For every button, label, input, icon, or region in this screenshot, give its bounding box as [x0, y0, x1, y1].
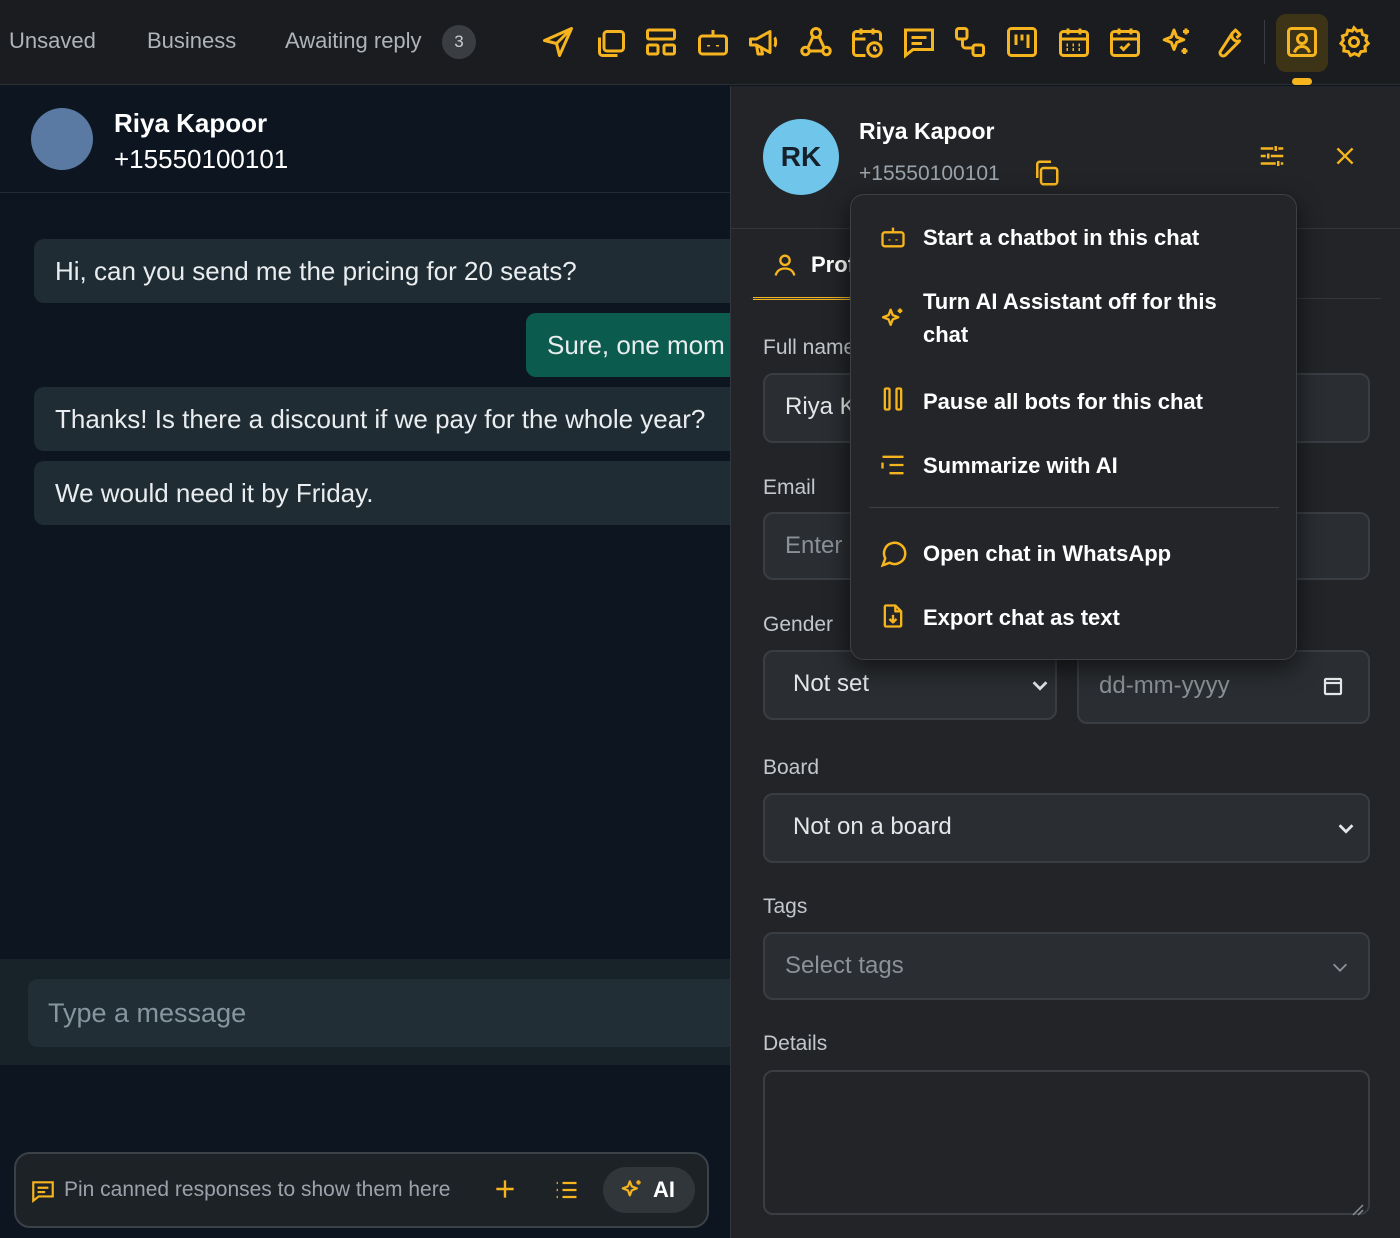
- workflow-icon[interactable]: [952, 22, 988, 62]
- message-input[interactable]: Type a message: [28, 979, 730, 1047]
- menu-item-label: Pause all bots for this chat: [923, 389, 1203, 414]
- canned-responses-bar: Pin canned responses to show them here A…: [14, 1152, 709, 1228]
- sparkles-icon: [879, 305, 907, 333]
- chat-contact-name[interactable]: Riya Kapoor: [114, 108, 267, 139]
- menu-item-summarize-ai[interactable]: Summarize with AI: [851, 447, 1296, 487]
- message-circle-icon: [879, 539, 909, 569]
- message-incoming: Hi, can you send me the pricing for 20 s…: [34, 239, 730, 303]
- copy-icon[interactable]: [592, 22, 628, 62]
- tab-profile[interactable]: Prof: [753, 236, 865, 300]
- kanban-icon[interactable]: [1004, 22, 1040, 62]
- calendar-grid-icon[interactable]: [1056, 22, 1092, 62]
- calendar-check-icon[interactable]: [1107, 22, 1143, 62]
- menu-item-export-chat[interactable]: Export chat as text: [851, 599, 1296, 639]
- email-label: Email: [763, 476, 816, 499]
- calendar-clock-icon[interactable]: [849, 22, 885, 62]
- chevron-down-icon: [1029, 674, 1051, 696]
- contact-name: Riya Kapoor: [859, 118, 995, 144]
- close-icon[interactable]: [1332, 143, 1358, 169]
- full-name-label: Full name: [763, 336, 856, 359]
- message-incoming: We would need it by Friday.: [34, 461, 730, 525]
- megaphone-icon[interactable]: [746, 22, 782, 62]
- menu-item-pause-bots[interactable]: Pause all bots for this chat: [851, 383, 1296, 423]
- board-select[interactable]: Not on a board: [763, 793, 1370, 863]
- board-value: Not on a board: [793, 813, 952, 840]
- chat-header: Riya Kapoor +15550100101: [0, 86, 730, 193]
- menu-item-label: Export chat as text: [923, 605, 1120, 630]
- calendar-icon[interactable]: [1321, 674, 1345, 698]
- message-incoming: Thanks! Is there a discount if we pay fo…: [34, 387, 730, 451]
- awaiting-reply-count-badge: 3: [442, 25, 476, 59]
- ai-button-label: AI: [653, 1177, 675, 1202]
- list-indent-icon: [879, 451, 907, 479]
- menu-item-label: Turn AI Assistant off for this chat: [923, 289, 1217, 347]
- chat-pane: Riya Kapoor +15550100101 Hi, can you sen…: [0, 86, 730, 1238]
- message-square-icon: [30, 1178, 56, 1204]
- filter-business[interactable]: Business: [147, 28, 236, 54]
- menu-item-toggle-ai-assistant[interactable]: Turn AI Assistant off for this chat: [851, 285, 1296, 355]
- chevron-down-icon: [1335, 817, 1357, 839]
- birthday-date-field[interactable]: dd-mm-yyyy: [1077, 650, 1370, 724]
- birthday-placeholder: dd-mm-yyyy: [1099, 672, 1230, 699]
- board-label: Board: [763, 756, 820, 779]
- gear-icon[interactable]: [1336, 22, 1372, 62]
- filter-awaiting-reply[interactable]: Awaiting reply: [285, 28, 422, 54]
- ai-button[interactable]: AI: [603, 1167, 695, 1213]
- menu-item-label: Summarize with AI: [923, 453, 1118, 478]
- bot-icon[interactable]: [695, 22, 731, 62]
- top-bar: Unsaved Business Awaiting reply 3: [0, 0, 1400, 85]
- add-canned-response-icon[interactable]: [492, 1176, 518, 1202]
- message-square-icon[interactable]: [901, 22, 937, 62]
- resize-handle-icon[interactable]: [1350, 1195, 1364, 1216]
- gender-label: Gender: [763, 613, 834, 636]
- copy-icon[interactable]: [1031, 158, 1061, 188]
- filter-unsaved[interactable]: Unsaved: [9, 28, 96, 54]
- file-download-icon: [879, 601, 907, 631]
- chat-contact-phone: +15550100101: [114, 144, 289, 174]
- tags-select[interactable]: Select tags: [763, 932, 1370, 1000]
- menu-item-start-chatbot[interactable]: Start a chatbot in this chat: [851, 219, 1296, 259]
- bot-icon: [879, 223, 907, 251]
- send-icon[interactable]: [540, 22, 576, 62]
- user-icon: [771, 251, 799, 279]
- chevron-down-icon: [1329, 956, 1351, 978]
- webhook-icon[interactable]: [798, 22, 834, 62]
- contact-phone: +15550100101: [859, 162, 1000, 185]
- layout-icon[interactable]: [643, 22, 679, 62]
- menu-item-label: Start a chatbot in this chat: [923, 225, 1200, 250]
- full-name-value: Riya K: [785, 393, 856, 420]
- contact-avatar: RK: [763, 119, 839, 195]
- active-tool-indicator: [1292, 78, 1312, 85]
- toolbar-separator: [1264, 20, 1265, 64]
- details-label: Details: [763, 1032, 828, 1055]
- tab-profile-label: Prof: [811, 252, 855, 277]
- gender-select[interactable]: Not set: [763, 650, 1057, 720]
- details-textarea[interactable]: [763, 1070, 1370, 1216]
- tags-placeholder: Select tags: [785, 952, 904, 979]
- contact-card-icon[interactable]: [1284, 22, 1320, 62]
- wrench-icon[interactable]: [1210, 22, 1246, 62]
- sparkles-icon: [619, 1177, 645, 1203]
- sliders-icon[interactable]: [1257, 141, 1287, 171]
- chat-actions-menu: Start a chatbot in this chat Turn AI Ass…: [850, 194, 1297, 660]
- menu-item-label: Open chat in WhatsApp: [923, 541, 1172, 566]
- tags-label: Tags: [763, 895, 808, 918]
- menu-divider: [869, 507, 1279, 508]
- list-icon[interactable]: [552, 1176, 580, 1204]
- pause-icon: [879, 385, 907, 413]
- gender-value: Not set: [793, 670, 870, 697]
- message-outgoing: Sure, one mom: [526, 313, 730, 377]
- avatar[interactable]: [31, 108, 93, 170]
- menu-item-open-whatsapp[interactable]: Open chat in WhatsApp: [851, 535, 1296, 575]
- canned-responses-hint: Pin canned responses to show them here: [64, 1178, 451, 1201]
- sparkles-icon[interactable]: [1159, 22, 1195, 62]
